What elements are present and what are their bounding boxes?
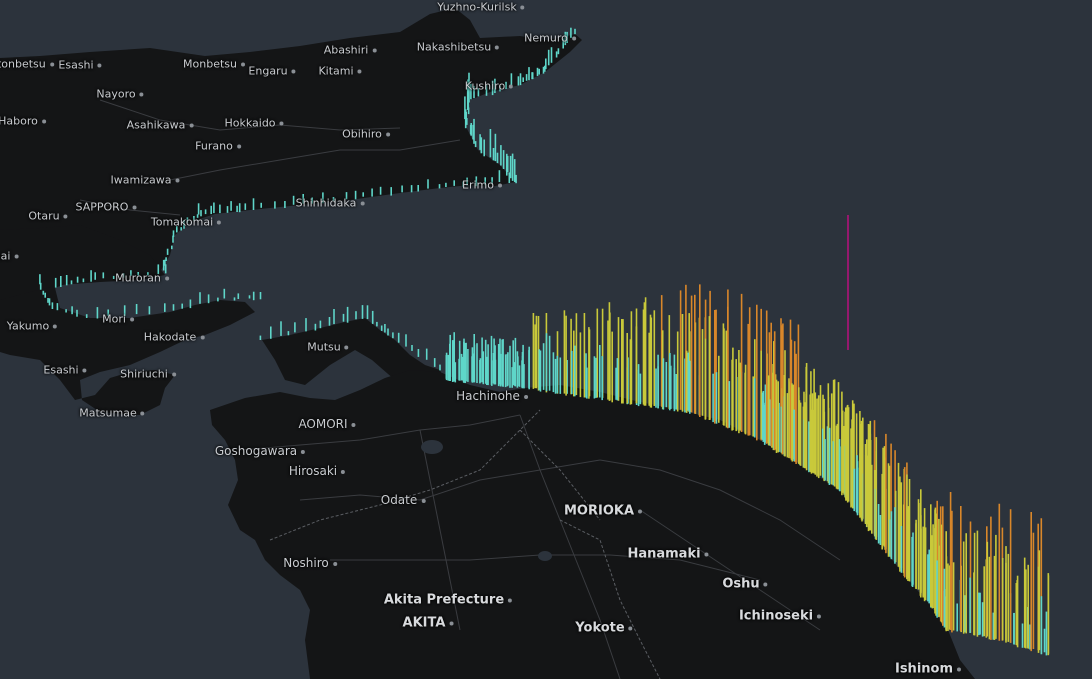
- place-label-esashi-s: Esashi: [43, 365, 86, 376]
- place-label-wakkanai: atonbetsu: [0, 59, 54, 70]
- place-label-furano: Furano: [195, 141, 241, 152]
- place-label-nemuro: Nemuro: [524, 33, 576, 44]
- place-label-nayoro: Nayoro: [96, 89, 143, 100]
- place-label-aomori: AOMORI: [298, 418, 355, 430]
- place-label-kushiro: Kushiro: [465, 81, 513, 92]
- place-label-kitami: Kitami: [318, 66, 361, 77]
- place-label-sapporo: SAPPORO: [76, 202, 137, 213]
- place-label-yakumo: Yakumo: [7, 321, 57, 332]
- place-label-hokkaido: Hokkaido: [224, 118, 283, 129]
- place-label-erimo: Erimo: [462, 180, 502, 191]
- place-label-otaru: Otaru: [28, 211, 67, 222]
- place-label-akita: AKITA: [403, 617, 454, 630]
- place-label-ishinomaki: Ishinom: [895, 663, 961, 676]
- place-label-hanamaki: Hanamaki: [627, 548, 708, 561]
- place-label-morioka: MORIOKA: [564, 505, 642, 518]
- place-label-nai: nai: [0, 251, 18, 262]
- place-label-goshogawara: Goshogawara: [215, 445, 305, 457]
- place-label-abashiri: Abashiri: [324, 45, 377, 56]
- place-label-hirosaki: Hirosaki: [289, 465, 345, 477]
- place-label-muroran: Muroran: [115, 273, 169, 284]
- place-label-noshiro: Noshiro: [283, 557, 337, 569]
- place-label-matsumae: Matsumae: [79, 408, 144, 419]
- place-label-hachinohe: Hachinohe: [456, 390, 528, 402]
- place-label-engaru: Engaru: [248, 66, 295, 77]
- place-label-odate: Odate: [381, 494, 426, 506]
- map-view[interactable]: Yuzhno-Kurilsk Nemuro Abashiri Nakashibetsu…: [0, 0, 1092, 679]
- place-label-tomakomai: Tomakomai: [151, 217, 221, 228]
- place-label-asahikawa: Asahikawa: [127, 120, 194, 131]
- place-label-mori: Mori: [102, 314, 134, 325]
- place-label-oshu: Oshu: [722, 578, 767, 591]
- place-label-hakodate: Hakodate: [144, 332, 205, 343]
- place-label-haboro: Haboro: [0, 116, 46, 127]
- place-label-obihiro: Obihiro: [342, 129, 390, 140]
- place-label-yuzhno-kurilsk: Yuzhno-Kurilsk: [437, 2, 524, 13]
- place-label-mutsu: Mutsu: [307, 342, 348, 353]
- place-label-shinhidaka: Shinhidaka: [296, 198, 365, 209]
- place-label-yokote: Yokote: [575, 622, 632, 635]
- place-label-nakashibetsu: Nakashibetsu: [417, 42, 499, 53]
- place-label-akita-pref: Akita Prefecture: [384, 594, 512, 607]
- place-label-esashi-n: Esashi: [58, 60, 101, 71]
- place-label-monbetsu: Monbetsu: [183, 59, 245, 70]
- place-label-shiriuchi: Shiriuchi: [120, 369, 176, 380]
- place-label-ichinoseki: Ichinoseki: [739, 610, 821, 623]
- place-label-iwamizawa: Iwamizawa: [110, 175, 179, 186]
